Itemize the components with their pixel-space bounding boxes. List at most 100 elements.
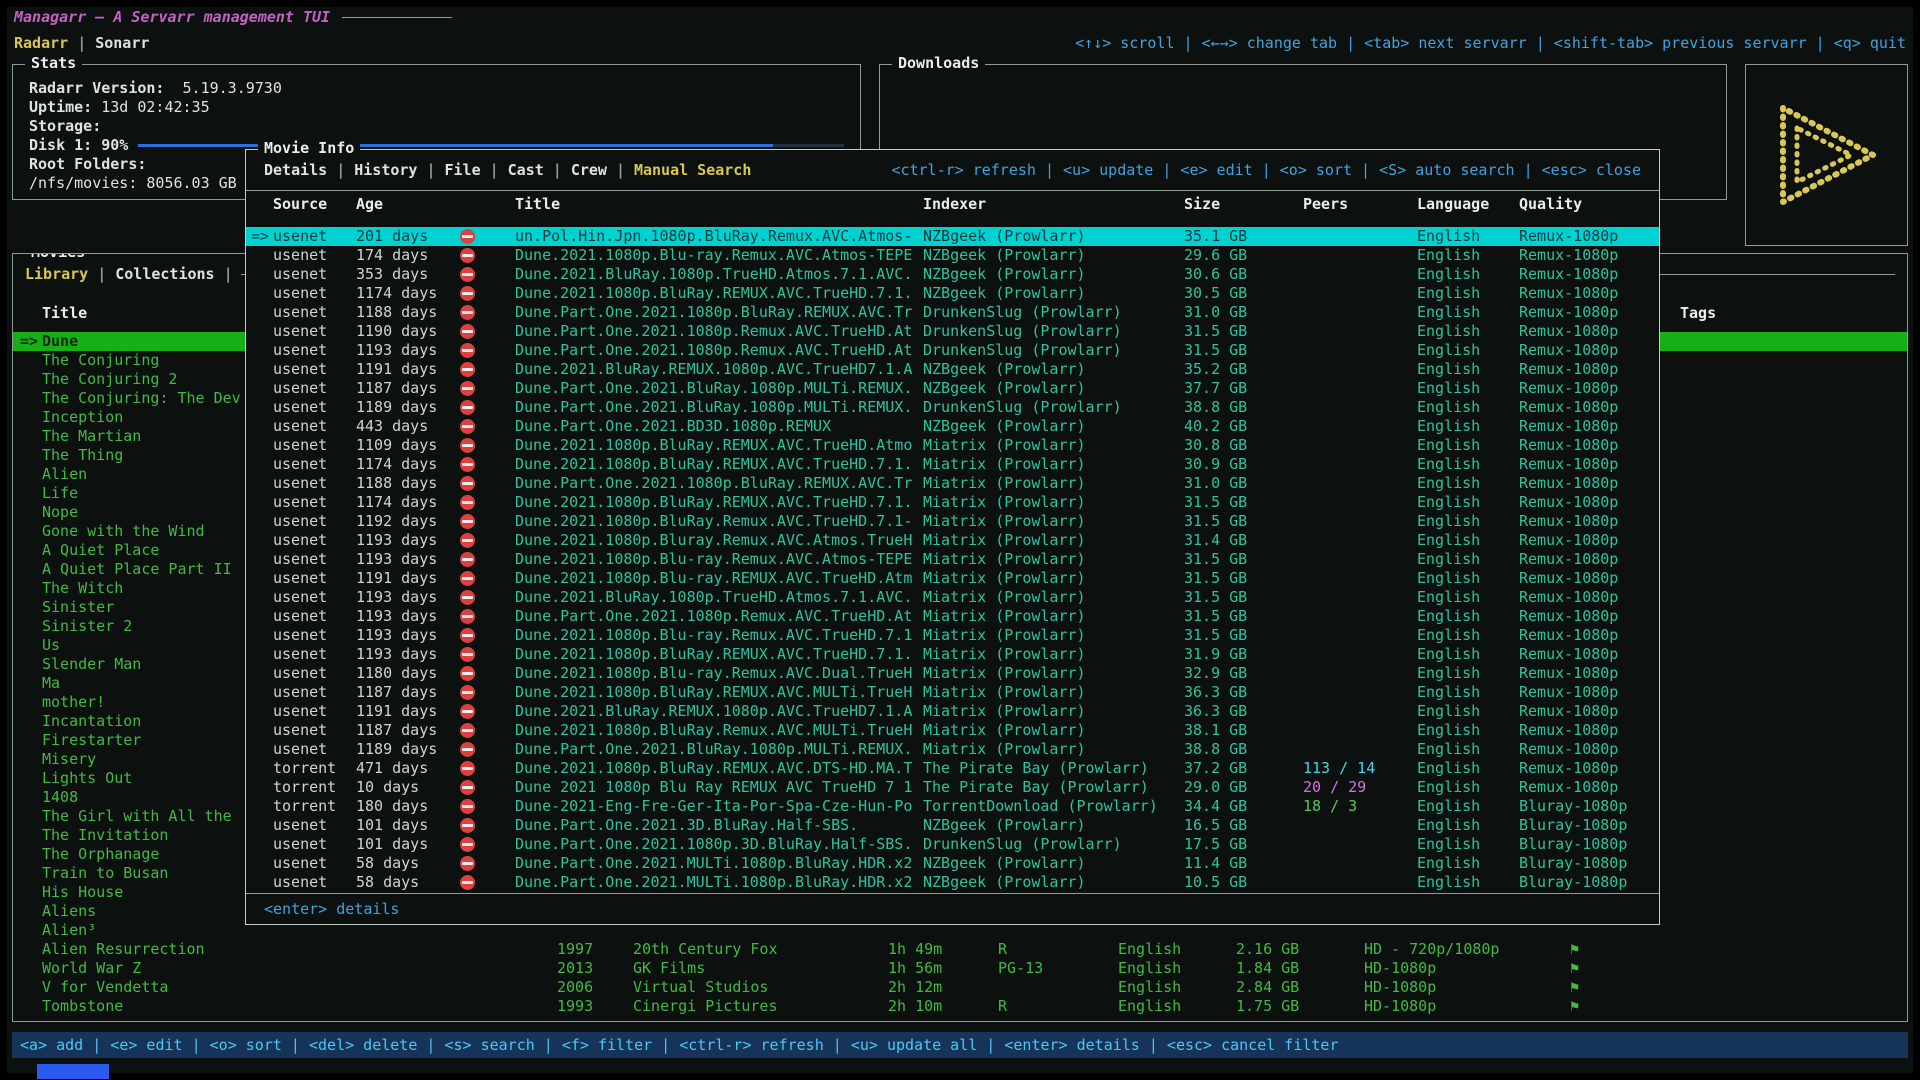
- result-title: Dune.2021.1080p.BluRay.Remux.AVC.MULTi.T…: [515, 721, 923, 740]
- selection-marker: =>: [20, 332, 42, 351]
- result-peers: 113 / 14: [1303, 759, 1417, 778]
- column-header-age[interactable]: Age: [356, 191, 460, 217]
- column-header-source[interactable]: Source: [273, 191, 356, 217]
- search-result-row[interactable]: usenet1174 daysDune.2021.1080p.BluRay.RE…: [246, 455, 1659, 474]
- selection-marker: [20, 902, 42, 921]
- result-language: English: [1417, 702, 1519, 721]
- search-result-row[interactable]: usenet1191 daysDune.2021.BluRay.REMUX.10…: [246, 360, 1659, 379]
- result-size: 37.7 GB: [1184, 379, 1303, 398]
- search-result-row[interactable]: usenet1188 daysDune.Part.One.2021.1080p.…: [246, 474, 1659, 493]
- column-header-title[interactable]: Title: [515, 191, 923, 217]
- search-result-row[interactable]: usenet1189 daysDune.Part.One.2021.BluRay…: [246, 398, 1659, 417]
- search-result-row[interactable]: usenet1193 daysDune.2021.1080p.Bluray.Re…: [246, 531, 1659, 550]
- version-value: [164, 79, 182, 98]
- search-result-row[interactable]: usenet58 daysDune.Part.One.2021.MULTi.10…: [246, 854, 1659, 873]
- search-result-row[interactable]: usenet1187 daysDune.2021.1080p.BluRay.Re…: [246, 721, 1659, 740]
- search-result-row[interactable]: usenet1188 daysDune.Part.One.2021.1080p.…: [246, 303, 1659, 322]
- result-indexer: Miatrix (Prowlarr): [923, 740, 1184, 759]
- search-result-row[interactable]: usenet1174 daysDune.2021.1080p.BluRay.RE…: [246, 493, 1659, 512]
- tab-sonarr[interactable]: Sonarr: [95, 34, 149, 52]
- search-result-row[interactable]: usenet1190 daysDune.Part.One.2021.1080p.…: [246, 322, 1659, 341]
- search-result-row[interactable]: usenet174 daysDune.2021.1080p.Blu-ray.Re…: [246, 246, 1659, 265]
- search-result-row[interactable]: usenet1174 daysDune.2021.1080p.BluRay.RE…: [246, 284, 1659, 303]
- search-result-row[interactable]: usenet58 daysDune.Part.One.2021.MULTi.10…: [246, 873, 1659, 892]
- result-indexer: DrunkenSlug (Prowlarr): [923, 835, 1184, 854]
- search-result-row[interactable]: usenet1193 daysDune.Part.One.2021.1080p.…: [246, 607, 1659, 626]
- search-result-row[interactable]: usenet1193 daysDune.2021.1080p.Blu-ray.R…: [246, 550, 1659, 569]
- result-title: Dune.2021.1080p.BluRay.Remux.AVC.TrueHD.…: [515, 512, 923, 531]
- column-header-peers[interactable]: Peers: [1303, 191, 1417, 217]
- column-header-size[interactable]: Size: [1184, 191, 1303, 217]
- result-indexer: Miatrix (Prowlarr): [923, 569, 1184, 588]
- result-language: English: [1417, 474, 1519, 493]
- movie-runtime: 2h 10m: [888, 997, 998, 1016]
- movie-tags: [1680, 845, 1907, 864]
- result-age: 1174 days: [356, 455, 460, 474]
- selection-marker: [20, 750, 42, 769]
- tab-cast[interactable]: Cast: [508, 161, 544, 179]
- search-result-row[interactable]: usenet1192 daysDune.2021.1080p.BluRay.Re…: [246, 512, 1659, 531]
- search-result-row[interactable]: usenet1193 daysDune.2021.1080p.Blu-ray.R…: [246, 626, 1659, 645]
- rejected-icon: [460, 476, 475, 491]
- column-header-quality[interactable]: Quality: [1519, 191, 1659, 217]
- movie-tags: [1680, 598, 1907, 617]
- movie-certification: R: [998, 940, 1118, 959]
- search-result-row[interactable]: =>usenet201 daysun.Pol.Hin.Jpn.1080p.Blu…: [246, 227, 1659, 246]
- result-title: Dune.Part.One.2021.BluRay.1080p.MULTi.RE…: [515, 740, 923, 759]
- search-result-row[interactable]: torrent10 daysDune 2021 1080p Blu Ray RE…: [246, 778, 1659, 797]
- column-header-language[interactable]: Language: [1417, 191, 1519, 217]
- tab-crew[interactable]: Crew: [571, 161, 607, 179]
- result-indexer: Miatrix (Prowlarr): [923, 664, 1184, 683]
- uptime-label: Uptime:: [29, 98, 92, 117]
- search-result-row[interactable]: usenet1193 daysDune.Part.One.2021.1080p.…: [246, 341, 1659, 360]
- rejected-cell: [460, 664, 515, 683]
- result-language: English: [1417, 607, 1519, 626]
- column-header-indexer[interactable]: Indexer: [923, 191, 1184, 217]
- movie-studio: GK Films: [633, 959, 888, 978]
- search-result-row[interactable]: usenet101 daysDune.Part.One.2021.3D.BluR…: [246, 816, 1659, 835]
- movie-row[interactable]: Alien Resurrection199720th Century Fox1h…: [13, 940, 1907, 959]
- tab-radarr[interactable]: Radarr: [14, 34, 68, 52]
- search-result-row[interactable]: usenet1193 daysDune.2021.1080p.BluRay.RE…: [246, 645, 1659, 664]
- result-source: usenet: [273, 512, 356, 531]
- movie-tags: [1680, 769, 1907, 788]
- tab-library[interactable]: Library: [25, 265, 88, 283]
- search-result-row[interactable]: usenet1180 daysDune.2021.1080p.Blu-ray.R…: [246, 664, 1659, 683]
- tab-manual-search[interactable]: Manual Search: [634, 161, 751, 179]
- result-size: 40.2 GB: [1184, 417, 1303, 436]
- result-title: Dune-2021-Eng-Fre-Ger-Ita-Por-Spa-Cze-Hu…: [515, 797, 923, 816]
- search-result-row[interactable]: usenet1187 daysDune.Part.One.2021.BluRay…: [246, 379, 1659, 398]
- tab-history[interactable]: History: [354, 161, 417, 179]
- search-result-row[interactable]: usenet1187 daysDune.2021.1080p.BluRay.RE…: [246, 683, 1659, 702]
- search-result-row[interactable]: usenet1191 daysDune.2021.1080p.Blu-ray.R…: [246, 569, 1659, 588]
- search-result-row[interactable]: usenet1189 daysDune.Part.One.2021.BluRay…: [246, 740, 1659, 759]
- column-header-tags[interactable]: Tags: [1680, 294, 1907, 332]
- tab-collections[interactable]: Collections: [115, 265, 214, 283]
- result-age: 1193 days: [356, 607, 460, 626]
- tag-icon: ⚑: [1570, 959, 1680, 978]
- search-result-row[interactable]: usenet1109 daysDune.2021.1080p.BluRay.RE…: [246, 436, 1659, 455]
- search-result-row[interactable]: usenet353 daysDune.2021.BluRay.1080p.Tru…: [246, 265, 1659, 284]
- search-result-row[interactable]: torrent180 daysDune-2021-Eng-Fre-Ger-Ita…: [246, 797, 1659, 816]
- result-source: usenet: [273, 626, 356, 645]
- result-language: English: [1417, 835, 1519, 854]
- tab-details[interactable]: Details: [264, 161, 327, 179]
- search-result-row[interactable]: usenet1191 daysDune.2021.BluRay.REMUX.10…: [246, 702, 1659, 721]
- rejected-icon: [460, 685, 475, 700]
- movie-row[interactable]: V for Vendetta2006Virtual Studios2h 12mE…: [13, 978, 1907, 997]
- result-source: usenet: [273, 341, 356, 360]
- column-header-rejected[interactable]: [460, 191, 515, 217]
- movie-quality: HD-1080p: [1364, 997, 1570, 1016]
- search-result-row[interactable]: usenet101 daysDune.Part.One.2021.1080p.3…: [246, 835, 1659, 854]
- search-result-row[interactable]: torrent471 daysDune.2021.1080p.BluRay.RE…: [246, 759, 1659, 778]
- result-title: Dune.2021.BluRay.1080p.TrueHD.Atmos.7.1.…: [515, 265, 923, 284]
- movie-row[interactable]: World War Z2013GK Films1h 56mPG-13Englis…: [13, 959, 1907, 978]
- result-size: 32.9 GB: [1184, 664, 1303, 683]
- tab-file[interactable]: File: [445, 161, 481, 179]
- result-title: Dune.2021.BluRay.REMUX.1080p.AVC.TrueHD7…: [515, 360, 923, 379]
- movie-row[interactable]: Tombstone1993Cinergi Pictures2h 10mREngl…: [13, 997, 1907, 1016]
- rejected-icon: [460, 438, 475, 453]
- search-result-row[interactable]: usenet443 daysDune.Part.One.2021.BD3D.10…: [246, 417, 1659, 436]
- search-result-row[interactable]: usenet1193 daysDune.2021.BluRay.1080p.Tr…: [246, 588, 1659, 607]
- movie-info-keybinds: <ctrl-r> refresh | <u> update | <e> edit…: [891, 161, 1641, 179]
